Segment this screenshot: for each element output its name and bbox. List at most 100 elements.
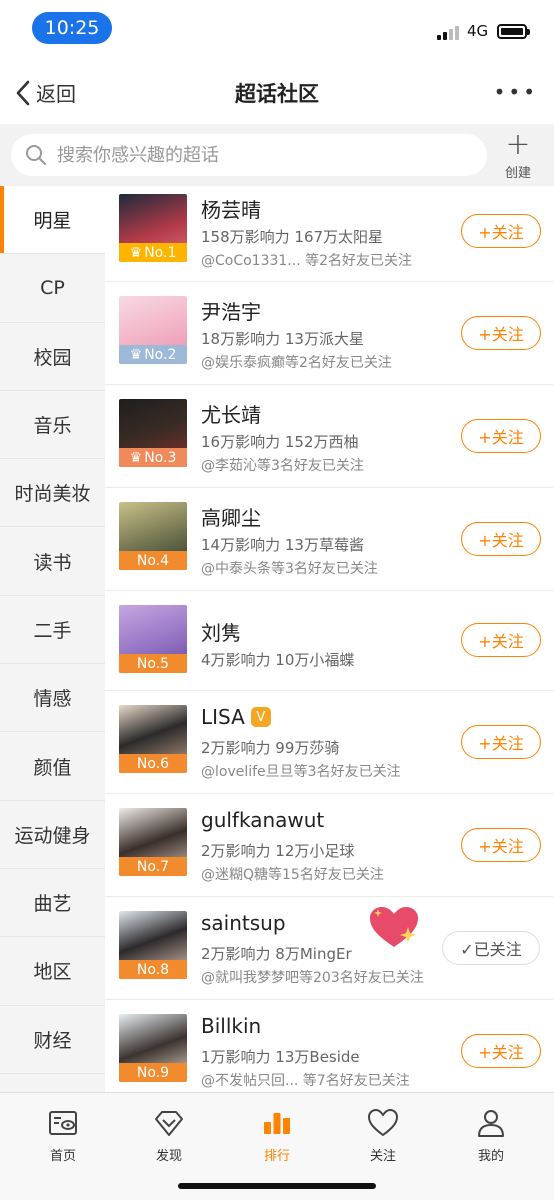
sidebar-item-label: 地区 — [33, 961, 72, 984]
follow-button[interactable]: +关注 — [461, 419, 541, 453]
follow-button[interactable]: +关注 — [461, 522, 541, 556]
sidebar-item-secondhand[interactable]: 二手 — [0, 596, 105, 665]
plus-icon: + — [505, 127, 531, 162]
followed-button[interactable]: ✓已关注 — [442, 931, 540, 965]
topic-name: Billkin — [201, 1014, 262, 1038]
list-item[interactable]: ♛ No.3 尤长靖 16万影响力 152万西柚 @李茹沁等3名好友已关注 +关注 — [105, 385, 554, 488]
sidebar-item-stars[interactable]: 明星 — [0, 186, 105, 255]
signal-icon — [437, 26, 459, 40]
topic-friends: @不发帖只回... 等7名好友已关注 — [201, 1073, 410, 1089]
sidebar-item-label: 曲艺 — [33, 893, 72, 916]
sidebar-item-label: 时尚美妆 — [14, 483, 91, 506]
topic-friends: @lovelife旦旦等3名好友已关注 — [201, 764, 401, 780]
topic-stats: 2万影响力 12万小足球 — [201, 842, 355, 860]
list-item[interactable]: No.8 saintsup 2万影响力 8万MingEr @就叫我梦梦吧等203… — [105, 897, 554, 1000]
sidebar-item-fitness[interactable]: 运动健身 — [0, 801, 105, 869]
rank-badge: ♛ No.1 — [119, 243, 187, 262]
sidebar-item-music[interactable]: 音乐 — [0, 391, 105, 460]
tab-label: 关注 — [369, 1149, 396, 1164]
search-box[interactable] — [11, 134, 487, 176]
rank-label: No.2 — [144, 346, 177, 363]
topic-stats: 14万影响力 13万草莓酱 — [201, 536, 364, 554]
sidebar-item-opera[interactable]: 曲艺 — [0, 869, 105, 938]
topic-stats: 1万影响力 13万Beside — [201, 1048, 360, 1066]
tab-profile[interactable]: 我的 — [446, 1107, 536, 1164]
tab-home[interactable]: 首页 — [18, 1107, 108, 1164]
tab-follow[interactable]: 关注 — [338, 1107, 428, 1164]
rank-badge: No.4 — [119, 551, 187, 570]
sidebar-item-reading[interactable]: 读书 — [0, 527, 105, 596]
topic-stats: 2万影响力 8万MingEr — [201, 945, 352, 963]
sidebar-item-campus[interactable]: 校园 — [0, 323, 105, 391]
list-item[interactable]: No.5 刘隽 4万影响力 10万小福蝶 +关注 — [105, 591, 554, 691]
topic-friends: @就叫我梦梦吧等203名好友已关注 — [201, 970, 424, 986]
category-sidebar: 明星 CP 校园 音乐 时尚美妆 读书 二手 情感 颜值 运动健身 曲艺 地区 … — [0, 186, 105, 1092]
topic-avatar: No.8 — [119, 911, 187, 979]
sidebar-item-finance[interactable]: 财经 — [0, 1006, 105, 1074]
follow-button[interactable]: +关注 — [461, 725, 541, 759]
home-indicator — [178, 1183, 376, 1189]
sidebar-item-region[interactable]: 地区 — [0, 937, 105, 1006]
sidebar-item-fashion[interactable]: 时尚美妆 — [0, 459, 105, 528]
battery-icon — [497, 24, 530, 39]
verified-badge-icon: V — [250, 707, 271, 727]
topic-name: LISA V — [201, 705, 271, 729]
heart-sticker-icon — [370, 907, 418, 947]
follow-button[interactable]: +关注 — [461, 316, 541, 350]
rank-badge: No.7 — [119, 857, 187, 876]
list-item[interactable]: No.6 LISA V 2万影响力 99万莎骑 @lovelife旦旦等3名好友… — [105, 691, 554, 794]
rank-badge: ♛ No.2 — [119, 345, 187, 364]
topic-name: saintsup — [201, 911, 286, 935]
discover-icon — [155, 1111, 183, 1136]
page-title: 超话社区 — [235, 82, 319, 106]
follow-button[interactable]: +关注 — [461, 623, 541, 657]
sidebar-item-label: 情感 — [33, 688, 72, 711]
topic-stats: 158万影响力 167万太阳星 — [201, 228, 384, 246]
topic-name: 尹浩宇 — [201, 300, 261, 324]
list-item[interactable]: ♛ No.1 杨芸晴 158万影响力 167万太阳星 @CoCo1331... 等… — [105, 186, 554, 282]
tab-rank[interactable]: 排行 — [232, 1107, 322, 1164]
follow-button[interactable]: +关注 — [461, 214, 541, 248]
list-item[interactable]: No.9 Billkin 1万影响力 13万Beside @不发帖只回... 等… — [105, 1000, 554, 1092]
sidebar-item-label: 音乐 — [33, 415, 72, 438]
rank-badge: No.8 — [119, 960, 187, 979]
crown-icon: ♛ — [129, 244, 143, 261]
rank-label: No.4 — [136, 552, 170, 569]
topic-name-text: LISA — [201, 705, 245, 729]
topic-friends: @CoCo1331... 等2名好友已关注 — [201, 253, 413, 269]
topic-avatar: No.9 — [119, 1014, 187, 1082]
sidebar-item-cp[interactable]: CP — [0, 254, 105, 323]
topic-list: ♛ No.1 杨芸晴 158万影响力 167万太阳星 @CoCo1331... 等… — [105, 186, 554, 1092]
sidebar-item-emotion[interactable]: 情感 — [0, 664, 105, 733]
rank-icon — [264, 1113, 290, 1134]
topic-friends: @李茹沁等3名好友已关注 — [201, 458, 364, 474]
sidebar-item-looks[interactable]: 颜值 — [0, 732, 105, 801]
status-time: 10:25 — [32, 12, 112, 44]
follow-button[interactable]: +关注 — [461, 828, 541, 862]
follow-button[interactable]: +关注 — [461, 1034, 541, 1068]
home-icon — [49, 1111, 77, 1135]
topic-name: gulfkanawut — [201, 808, 325, 832]
network-label: 4G — [467, 22, 489, 40]
tab-label: 发现 — [155, 1149, 182, 1164]
create-button[interactable]: + 创建 — [500, 127, 536, 182]
list-item[interactable]: No.4 高卿尘 14万影响力 13万草莓酱 @中泰头条等3名好友已关注 +关注 — [105, 488, 554, 591]
list-item[interactable]: ♛ No.2 尹浩宇 18万影响力 13万派大星 @娱乐泰疯癫等2名好友已关注 +… — [105, 282, 554, 385]
sidebar-item-label: 运动健身 — [14, 824, 91, 847]
topic-avatar: ♛ No.3 — [119, 399, 187, 467]
rank-label: No.3 — [144, 449, 177, 466]
create-label: 创建 — [504, 166, 531, 181]
topic-stats: 4万影响力 10万小福蝶 — [201, 651, 355, 669]
topic-stats: 18万影响力 13万派大星 — [201, 330, 364, 348]
tab-label: 排行 — [263, 1149, 290, 1164]
topic-stats: 16万影响力 152万西柚 — [201, 433, 359, 451]
topic-name: 尤长靖 — [201, 403, 261, 427]
rank-badge: No.9 — [119, 1063, 187, 1082]
more-button[interactable]: ••• — [494, 80, 538, 104]
search-input[interactable] — [57, 144, 457, 166]
sidebar-item-label: 读书 — [33, 551, 72, 574]
sidebar-item-label: 校园 — [33, 346, 72, 369]
topic-avatar: No.6 — [119, 705, 187, 773]
tab-discover[interactable]: 发现 — [124, 1107, 214, 1164]
list-item[interactable]: No.7 gulfkanawut 2万影响力 12万小足球 @迷糊Q糖等15名好… — [105, 794, 554, 897]
